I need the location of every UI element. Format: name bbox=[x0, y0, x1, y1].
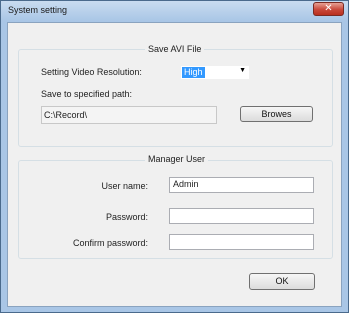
manager-user-group-title: Manager User bbox=[145, 154, 209, 164]
system-setting-window: System setting ✕ Save AVI File Setting V… bbox=[0, 0, 349, 313]
ok-button-label: OK bbox=[275, 276, 289, 286]
save-avi-group-title: Save AVI File bbox=[145, 44, 205, 54]
chevron-down-icon[interactable]: ▼ bbox=[239, 67, 246, 74]
password-input[interactable] bbox=[169, 208, 314, 224]
save-path-value: C:\Record\ bbox=[44, 110, 88, 120]
ok-button[interactable]: OK bbox=[249, 273, 315, 290]
username-input[interactable]: Admin bbox=[169, 177, 314, 193]
browse-button[interactable]: Browes bbox=[240, 106, 313, 122]
path-label: Save to specified path: bbox=[41, 89, 133, 99]
resolution-select[interactable]: High ▼ bbox=[181, 66, 249, 79]
confirm-password-label: Confirm password: bbox=[72, 238, 148, 248]
resolution-selected-value: High bbox=[182, 67, 205, 78]
confirm-password-input[interactable] bbox=[169, 234, 314, 250]
title-bar[interactable]: System setting ✕ bbox=[1, 1, 348, 21]
username-value: Admin bbox=[173, 179, 199, 189]
username-label: User name: bbox=[101, 181, 148, 191]
resolution-label: Setting Video Resolution: bbox=[41, 67, 142, 77]
close-icon: ✕ bbox=[324, 3, 333, 14]
save-path-field[interactable]: C:\Record\ bbox=[41, 106, 217, 124]
password-label: Password: bbox=[105, 212, 148, 222]
close-button[interactable]: ✕ bbox=[313, 2, 344, 16]
dialog-body: Save AVI File Setting Video Resolution: … bbox=[7, 22, 342, 307]
window-title: System setting bbox=[8, 5, 68, 15]
browse-button-label: Browes bbox=[261, 109, 292, 119]
